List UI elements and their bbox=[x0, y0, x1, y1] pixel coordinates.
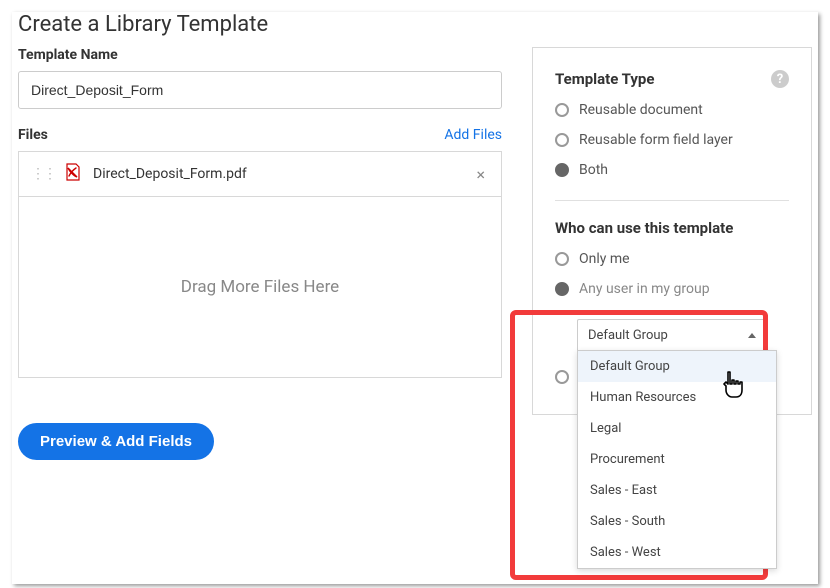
radio-label: Any user in my group bbox=[579, 281, 710, 297]
radio-reusable-document[interactable]: Reusable document bbox=[555, 102, 789, 118]
radio-label: Reusable document bbox=[579, 102, 703, 118]
file-dropzone[interactable]: Drag More Files Here bbox=[19, 197, 501, 377]
group-select-value: Default Group bbox=[588, 328, 668, 343]
file-name: Direct_Deposit_Form.pdf bbox=[93, 166, 472, 182]
dropdown-item[interactable]: Sales - East bbox=[578, 475, 776, 506]
radio-icon-selected bbox=[555, 282, 569, 296]
radio-label: Only me bbox=[579, 251, 630, 267]
dropdown-item[interactable]: Human Resources bbox=[578, 382, 776, 413]
group-dropdown-list: Default Group Human Resources Legal Proc… bbox=[577, 350, 777, 569]
radio-label: Both bbox=[579, 162, 608, 178]
dropdown-item[interactable]: Default Group bbox=[578, 351, 776, 382]
radio-icon bbox=[555, 133, 569, 147]
add-files-link[interactable]: Add Files bbox=[444, 127, 502, 143]
dropdown-item[interactable]: Sales - West bbox=[578, 537, 776, 568]
dropdown-item[interactable]: Sales - South bbox=[578, 506, 776, 537]
right-panel: Template Type ? Reusable document Reusab… bbox=[532, 47, 812, 415]
dropdown-item[interactable]: Legal bbox=[578, 413, 776, 444]
template-type-label: Template Type bbox=[555, 70, 654, 88]
drag-handle-icon[interactable]: ⋮⋮ bbox=[31, 166, 55, 182]
radio-label: Reusable form field layer bbox=[579, 132, 733, 148]
radio-reusable-form[interactable]: Reusable form field layer bbox=[555, 132, 789, 148]
radio-icon bbox=[555, 252, 569, 266]
template-name-label: Template Name bbox=[18, 47, 502, 63]
radio-only-me[interactable]: Only me bbox=[555, 251, 789, 267]
help-icon[interactable]: ? bbox=[771, 70, 789, 88]
files-box: ⋮⋮ Direct_Deposit_Form.pdf × Drag More F… bbox=[18, 151, 502, 378]
radio-icon bbox=[555, 370, 569, 384]
radio-any-group[interactable]: Any user in my group bbox=[555, 281, 789, 297]
group-select[interactable]: Default Group Default Group Human Resour… bbox=[577, 319, 767, 352]
pdf-icon bbox=[63, 162, 83, 186]
caret-up-icon bbox=[748, 333, 756, 338]
remove-file-icon[interactable]: × bbox=[472, 165, 489, 184]
who-can-use-label: Who can use this template bbox=[555, 219, 789, 237]
file-row: ⋮⋮ Direct_Deposit_Form.pdf × bbox=[19, 152, 501, 197]
radio-both[interactable]: Both bbox=[555, 162, 789, 178]
files-label: Files bbox=[18, 127, 48, 143]
dropdown-item[interactable]: Procurement bbox=[578, 444, 776, 475]
page-title: Create a Library Template bbox=[18, 12, 812, 37]
radio-icon-selected bbox=[555, 163, 569, 177]
who-can-use-group: Only me Any user in my group Default Gro… bbox=[555, 251, 789, 384]
preview-add-fields-button[interactable]: Preview & Add Fields bbox=[18, 423, 214, 460]
radio-icon bbox=[555, 103, 569, 117]
template-name-input[interactable] bbox=[18, 71, 502, 109]
template-type-group: Reusable document Reusable form field la… bbox=[555, 102, 789, 178]
divider bbox=[555, 200, 789, 201]
